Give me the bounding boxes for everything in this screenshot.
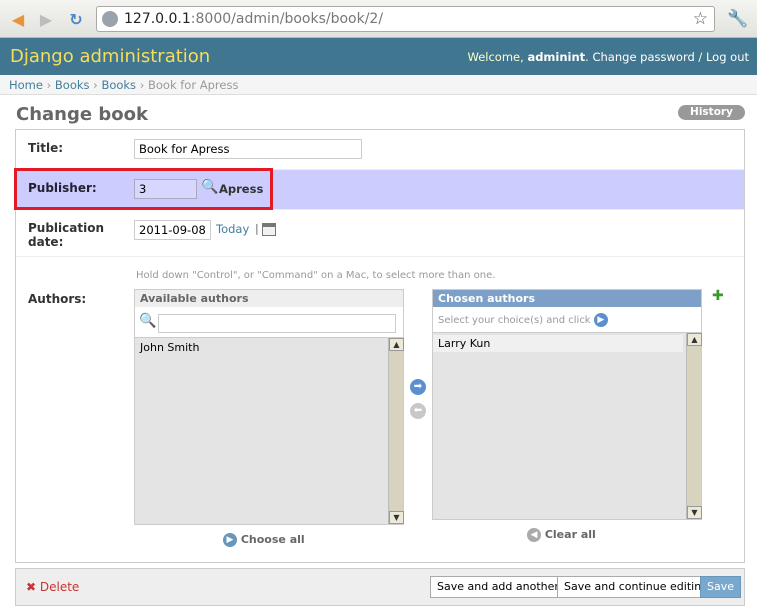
calendar-icon[interactable] — [262, 223, 276, 236]
save-and-add-another-button[interactable]: Save and add another — [430, 576, 566, 598]
available-authors-list[interactable]: John Smith ▲ ▼ — [135, 337, 404, 524]
today-link[interactable]: Today — [216, 222, 249, 236]
title-label: Title: — [28, 141, 64, 155]
url-host: 127.0.0.1 — [124, 11, 191, 27]
available-filter-input[interactable] — [158, 314, 396, 333]
filter-search-icon: 🔍 — [139, 313, 157, 329]
history-button[interactable]: History — [678, 105, 745, 120]
add-to-chosen-icon[interactable]: ➡ — [410, 379, 426, 395]
admin-header: Django administration Welcome, adminint.… — [0, 38, 757, 75]
publisher-highlight — [14, 168, 273, 210]
welcome-text: Welcome, — [467, 50, 528, 64]
scroll-down-icon[interactable]: ▼ — [389, 511, 404, 524]
choose-all-icon: ▶ — [223, 533, 237, 547]
clear-all-label: Clear all — [544, 528, 596, 541]
clear-all-link[interactable]: ◀ Clear all — [527, 528, 596, 542]
url-text: 127.0.0.1:8000/admin/books/book/2/ — [124, 11, 383, 27]
bookmark-star-icon[interactable]: ☆ — [693, 9, 708, 29]
wrench-icon[interactable]: 🔧 — [727, 9, 748, 29]
available-scrollbar[interactable]: ▲ ▼ — [388, 338, 404, 524]
breadcrumb-model[interactable]: Books — [101, 78, 136, 92]
chosen-authors-list[interactable]: Larry Kun ▲ ▼ — [433, 332, 702, 519]
save-button[interactable]: Save — [700, 576, 742, 598]
breadcrumb: Home › Books › Books › Book for Apress — [0, 75, 757, 95]
reload-icon[interactable]: ↻ — [66, 10, 86, 29]
breadcrumb-home[interactable]: Home — [9, 78, 43, 92]
authors-help-text: Hold down "Control", or "Command" on a M… — [136, 270, 496, 281]
breadcrumb-sep: › — [136, 78, 148, 92]
pubdate-label: Publication date: — [28, 221, 104, 249]
chosen-help-text: Select your choice(s) and click ▶ — [438, 313, 608, 327]
save-and-continue-button[interactable]: Save and continue editing — [557, 576, 716, 598]
back-arrow-icon[interactable]: ◀ — [8, 10, 28, 29]
list-item[interactable]: John Smith — [135, 338, 403, 356]
scroll-up-icon[interactable]: ▲ — [687, 333, 702, 346]
page-title: Change book — [16, 104, 148, 125]
choose-all-link[interactable]: ▶ Choose all — [223, 533, 305, 547]
chosen-scrollbar[interactable]: ▲ ▼ — [686, 333, 702, 519]
globe-icon — [102, 11, 118, 27]
pubdate-label-line1: Publication — [28, 221, 105, 235]
user-tools: Welcome, adminint. Change password / Log… — [467, 50, 749, 64]
form-row-title: Title: Book for Apress — [16, 130, 744, 170]
breadcrumb-app[interactable]: Books — [55, 78, 90, 92]
available-authors-box: Available authors 🔍 John Smith ▲ ▼ — [134, 289, 404, 525]
pubdate-label-line2: date: — [28, 235, 64, 249]
logout-link[interactable]: Log out — [706, 50, 749, 64]
change-password-link[interactable]: Change password — [592, 50, 694, 64]
delete-link[interactable]: ✖ Delete — [26, 580, 79, 594]
today-separator: | — [255, 222, 259, 235]
site-branding[interactable]: Django administration — [10, 46, 210, 67]
scroll-down-icon[interactable]: ▼ — [687, 506, 702, 519]
add-arrow-icon: ▶ — [593, 313, 608, 327]
delete-label: Delete — [39, 580, 80, 594]
url-path: :8000/admin/books/book/2/ — [190, 11, 384, 27]
breadcrumb-sep: › — [42, 78, 55, 92]
authors-label: Authors: — [28, 292, 87, 306]
choose-all-label: Choose all — [240, 533, 305, 546]
scroll-up-icon[interactable]: ▲ — [389, 338, 404, 351]
available-authors-title: Available authors — [135, 290, 403, 307]
list-item[interactable]: Larry Kun — [433, 335, 683, 352]
title-input[interactable]: Book for Apress — [134, 139, 362, 159]
pubdate-input[interactable]: 2011-09-08 — [134, 220, 211, 240]
chosen-authors-box: Chosen authors Select your choice(s) and… — [432, 289, 702, 520]
chosen-help-label: Select your choice(s) and click — [438, 315, 591, 326]
address-bar[interactable]: 127.0.0.1:8000/admin/books/book/2/ ☆ — [96, 6, 715, 32]
user-tools-separator: / — [694, 50, 706, 64]
browser-toolbar: ◀ ▶ ↻ 127.0.0.1:8000/admin/books/book/2/… — [0, 0, 757, 38]
remove-from-chosen-icon[interactable]: ⬅ — [410, 403, 426, 419]
submit-row: ✖ Delete Save and add another Save and c… — [15, 568, 745, 606]
clear-all-icon: ◀ — [527, 528, 541, 542]
breadcrumb-current: Book for Apress — [147, 78, 239, 92]
breadcrumb-sep: › — [89, 78, 102, 92]
delete-x-icon: ✖ — [26, 580, 37, 594]
username: adminint — [527, 50, 586, 64]
add-another-author-icon[interactable]: ✚ — [712, 288, 724, 304]
chosen-authors-title: Chosen authors — [433, 290, 701, 307]
forward-arrow-icon[interactable]: ▶ — [36, 10, 56, 29]
form-row-pubdate: Publication date: 2011-09-08 Today | — [16, 210, 744, 257]
